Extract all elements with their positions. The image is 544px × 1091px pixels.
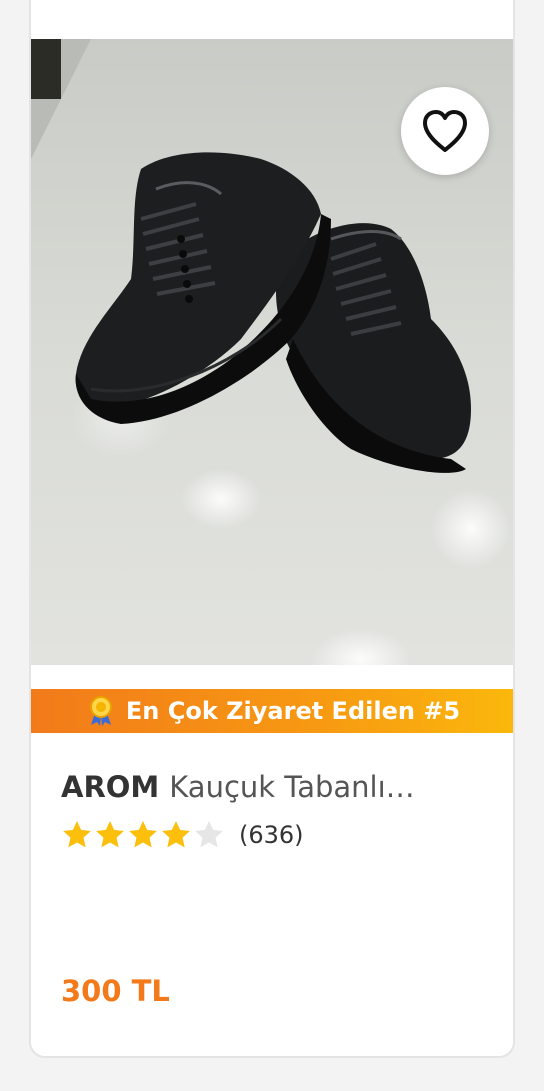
star-empty-icon (195, 821, 223, 848)
award-ribbon-icon (89, 696, 112, 726)
favorite-button[interactable] (401, 87, 489, 175)
heart-icon (423, 110, 467, 152)
price: 300 TL (61, 974, 170, 1008)
star-filled-icon (63, 821, 91, 848)
star-filled-icon (129, 821, 157, 848)
product-title[interactable]: AROM Kauçuk Tabanlı… (61, 767, 501, 807)
most-visited-badge: En Çok Ziyaret Edilen #5 (31, 689, 513, 733)
product-card[interactable]: En Çok Ziyaret Edilen #5 AROM Kauçuk Taba… (29, 0, 515, 1058)
rating-stars (61, 819, 225, 851)
product-name: Kauçuk Tabanlı… (169, 770, 415, 804)
star-filled-icon (96, 821, 124, 848)
product-image[interactable] (31, 39, 513, 665)
star-filled-icon (162, 821, 190, 848)
rating: (636) (61, 815, 501, 855)
review-count: (636) (239, 821, 304, 849)
badge-label: En Çok Ziyaret Edilen #5 (125, 697, 461, 725)
product-info[interactable]: AROM Kauçuk Tabanlı… (636) (61, 767, 501, 855)
brand-name: AROM (61, 770, 160, 804)
